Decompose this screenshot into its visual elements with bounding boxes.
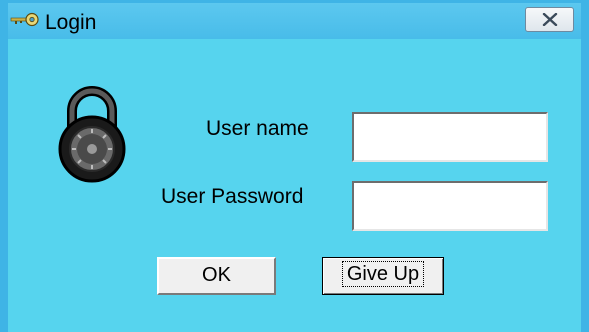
- give-up-label: Give Up: [341, 261, 425, 287]
- padlock-icon: [54, 83, 130, 183]
- password-label: User Password: [161, 185, 304, 208]
- username-input[interactable]: [352, 112, 548, 162]
- give-up-button[interactable]: Give Up: [322, 257, 444, 295]
- username-label: User name: [206, 117, 309, 140]
- title-bar[interactable]: Login: [8, 3, 581, 39]
- window-title: Login: [45, 11, 97, 34]
- close-icon: [542, 13, 558, 26]
- login-window: Login User name User Password OK Give Up: [0, 0, 589, 332]
- close-button[interactable]: [525, 7, 574, 32]
- password-input[interactable]: [352, 181, 548, 231]
- ok-button[interactable]: OK: [157, 257, 276, 295]
- key-icon: [10, 11, 40, 29]
- dialog-content: User name User Password OK Give Up: [8, 39, 581, 332]
